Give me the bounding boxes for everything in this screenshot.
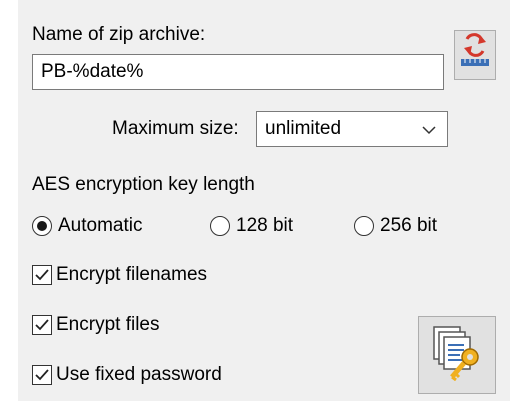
max-size-value: unlimited — [265, 118, 342, 139]
refresh-icon — [459, 33, 491, 77]
use-fixed-password-checkbox[interactable]: Use fixed password — [32, 362, 222, 388]
radio-automatic-label: Automatic — [58, 215, 143, 236]
max-size-select[interactable]: unlimited — [256, 111, 448, 147]
use-fixed-password-label: Use fixed password — [56, 364, 222, 385]
max-size-label: Maximum size: — [112, 118, 239, 139]
radio-128-bit[interactable]: 128 bit — [210, 213, 293, 239]
radio-automatic[interactable]: Automatic — [32, 213, 142, 239]
encrypt-filenames-checkbox[interactable]: Encrypt filenames — [32, 262, 207, 288]
radio-circle — [32, 216, 52, 236]
checkmark-icon — [32, 265, 52, 285]
archive-name-input[interactable]: PB-%date% — [32, 54, 444, 90]
encrypt-filenames-label: Encrypt filenames — [56, 264, 208, 285]
refresh-button[interactable] — [454, 30, 496, 80]
radio-circle — [210, 216, 230, 236]
checkmark-icon — [32, 365, 52, 385]
radio-128-label: 128 bit — [236, 215, 294, 236]
radio-256-bit[interactable]: 256 bit — [354, 213, 437, 239]
radio-256-label: 256 bit — [380, 215, 438, 236]
aes-key-length-label: AES encryption key length — [32, 174, 255, 195]
encrypt-files-checkbox[interactable]: Encrypt files — [32, 312, 159, 338]
archive-name-label: Name of zip archive: — [32, 24, 206, 45]
password-button[interactable] — [418, 316, 496, 394]
radio-circle — [354, 216, 374, 236]
chevron-down-icon — [421, 120, 437, 146]
encrypt-files-label: Encrypt files — [56, 314, 160, 335]
checkmark-icon — [32, 315, 52, 335]
key-documents-icon — [428, 323, 486, 387]
